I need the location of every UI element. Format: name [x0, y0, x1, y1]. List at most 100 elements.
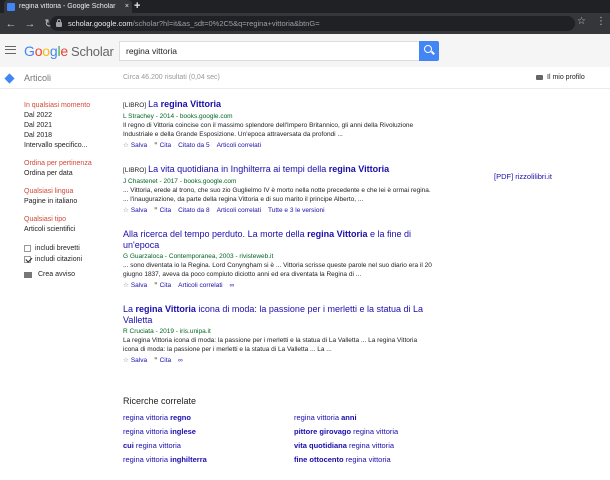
more-icon[interactable]: ∞ — [230, 281, 235, 290]
new-tab-button[interactable]: + — [134, 0, 140, 12]
pdf-source-link[interactable]: [PDF] rizzolilibri.it — [494, 172, 552, 181]
checkbox-group: includi brevetti includi citazioni Crea … — [24, 243, 114, 278]
cite-link[interactable]: ❞ Cita — [154, 206, 171, 215]
include-citations-checkbox[interactable] — [24, 256, 31, 263]
include-patents-checkbox[interactable] — [24, 245, 31, 252]
rel-text: regina vittoria — [294, 413, 342, 422]
search-input[interactable]: regina vittoria — [119, 41, 419, 61]
include-citations-option[interactable]: includi citazioni — [24, 254, 114, 265]
related-search-item[interactable]: pittore girovago regina vittoria — [294, 427, 454, 436]
save-link[interactable]: ☆ Salva — [123, 356, 147, 365]
related-articles-link[interactable]: Articoli correlati — [178, 281, 222, 290]
cite-link[interactable]: ❞ Cita — [154, 141, 171, 150]
tab-title: regina vittoria - Google Scholar — [19, 3, 116, 10]
results-count: Circa 46.200 risultati (0,04 sec) — [123, 74, 220, 81]
more-icon[interactable]: ∞ — [178, 356, 183, 365]
cited-by-link[interactable]: Citato da 5 — [178, 141, 209, 150]
rel-bold: inghilterra — [170, 455, 207, 464]
related-search-item[interactable]: regina vittoria inghilterra — [123, 455, 294, 464]
related-search-item[interactable]: cui regina vittoria — [123, 441, 294, 450]
all-versions-link[interactable]: Tutte e 3 le versioni — [268, 206, 324, 215]
language-italian[interactable]: Pagine in italiano — [24, 197, 114, 207]
browser-toolbar: ← → ↻ scholar.google.com /scholar?hl=it&… — [0, 13, 610, 34]
logo-letter: o — [42, 43, 50, 59]
rel-text: regina vittoria — [123, 413, 171, 422]
bookmark-star-icon[interactable]: ☆ — [577, 16, 586, 27]
type-scientific[interactable]: Articoli scientifici — [24, 225, 114, 235]
title-text: La — [148, 99, 161, 109]
time-filter-item[interactable]: Dal 2018 — [24, 131, 114, 141]
envelope-icon — [24, 271, 32, 278]
time-filter-custom[interactable]: Intervallo specifico... — [24, 141, 114, 151]
browser-tab-bar: regina vittoria - Google Scholar × + — [0, 0, 610, 13]
google-scholar-logo[interactable]: Google Scholar — [24, 43, 114, 59]
sort-by-relevance[interactable]: Ordina per pertinenza — [24, 159, 114, 169]
type-any[interactable]: Qualsiasi tipo — [24, 215, 114, 225]
result-type-tag: [LIBRO] — [123, 102, 147, 109]
save-label: Salva — [130, 207, 148, 214]
search-button[interactable] — [419, 41, 439, 61]
related-articles-link[interactable]: Articoli correlati — [217, 206, 261, 215]
related-articles-link[interactable]: Articoli correlati — [217, 141, 261, 150]
title-bold: regina Vittoria — [135, 304, 196, 314]
star-icon: ☆ — [123, 357, 129, 364]
related-search-item[interactable]: regina vittoria anni — [294, 413, 454, 422]
title-text: Alla ricerca del tempo perduto. La morte… — [123, 229, 308, 239]
results-subheader: Articoli Circa 46.200 risultati (0,04 se… — [0, 67, 610, 89]
sort-by-date[interactable]: Ordina per data — [24, 169, 114, 179]
result-title[interactable]: [LIBRO] La regina Vittoria — [123, 99, 433, 111]
browser-menu-icon[interactable]: ⋮ — [596, 16, 606, 27]
profile-icon — [536, 74, 543, 80]
save-label: Salva — [130, 357, 148, 364]
my-profile-link[interactable]: Il mio profilo — [536, 74, 585, 81]
save-link[interactable]: ☆ Salva — [123, 206, 147, 215]
create-alert-label: Crea avviso — [38, 271, 75, 278]
save-link[interactable]: ☆ Salva — [123, 281, 147, 290]
save-link[interactable]: ☆ Salva — [123, 141, 147, 150]
back-arrow-icon[interactable]: ← — [3, 18, 19, 30]
address-bar[interactable]: scholar.google.com /scholar?hl=it&as_sdt… — [50, 16, 575, 31]
time-filter-item[interactable]: Dal 2022 — [24, 111, 114, 121]
result-item: Alla ricerca del tempo perduto. La morte… — [123, 229, 433, 290]
result-item: La regina Vittoria icona di moda: la pas… — [123, 304, 433, 365]
result-item: [LIBRO] La vita quotidiana in Inghilterra… — [123, 164, 433, 215]
related-search-item[interactable]: fine ottocento regina vittoria — [294, 455, 454, 464]
related-search-item[interactable]: vita quotidiana regina vittoria — [294, 441, 454, 450]
save-label: Salva — [130, 282, 148, 289]
related-search-item[interactable]: regina vittoria regno — [123, 413, 294, 422]
url-host: scholar.google.com — [68, 19, 133, 28]
result-snippet: ... sono diventata io la Regina. Lord Co… — [123, 262, 432, 278]
result-title[interactable]: Alla ricerca del tempo perduto. La morte… — [123, 229, 433, 251]
time-filter-item[interactable]: Dal 2021 — [24, 121, 114, 131]
star-icon: ☆ — [123, 207, 129, 214]
type-group: Qualsiasi tipo Articoli scientifici — [24, 215, 114, 235]
rel-bold: anni — [341, 413, 357, 422]
browser-tab[interactable]: regina vittoria - Google Scholar × — [4, 0, 132, 13]
result-actions: ☆ Salva ❞ Cita ∞ — [123, 356, 433, 365]
quote-icon: ❞ — [154, 207, 158, 214]
result-meta: R Cruciata - 2019 - iris.unipa.it — [123, 328, 211, 335]
section-articles[interactable]: Articoli — [24, 73, 51, 83]
logo-letter: G — [24, 43, 35, 59]
close-tab-icon[interactable]: × — [125, 3, 129, 10]
quote-icon: ❞ — [154, 357, 158, 364]
include-patents-label: includi brevetti — [35, 245, 80, 252]
my-profile-label: Il mio profilo — [547, 74, 585, 81]
hamburger-menu-icon[interactable] — [5, 46, 16, 54]
result-title[interactable]: [LIBRO] La vita quotidiana in Inghilterra… — [123, 164, 433, 176]
language-any[interactable]: Qualsiasi lingua — [24, 187, 114, 197]
related-search-item[interactable]: regina vittoria inglese — [123, 427, 294, 436]
forward-arrow-icon[interactable]: → — [22, 18, 38, 30]
logo-suffix: Scholar — [71, 44, 114, 59]
rel-bold: fine ottocento — [294, 455, 344, 464]
title-bold: regina Vittoria — [328, 164, 390, 174]
create-alert-link[interactable]: Crea avviso — [24, 271, 114, 278]
cite-link[interactable]: ❞ Cita — [154, 281, 171, 290]
include-patents-option[interactable]: includi brevetti — [24, 243, 114, 254]
star-icon: ☆ — [123, 282, 129, 289]
time-filter-any[interactable]: In qualsiasi momento — [24, 101, 114, 111]
cited-by-link[interactable]: Citato da 8 — [178, 206, 209, 215]
cite-link[interactable]: ❞ Cita — [154, 356, 171, 365]
result-title[interactable]: La regina Vittoria icona di moda: la pas… — [123, 304, 433, 326]
star-icon: ☆ — [123, 142, 129, 149]
